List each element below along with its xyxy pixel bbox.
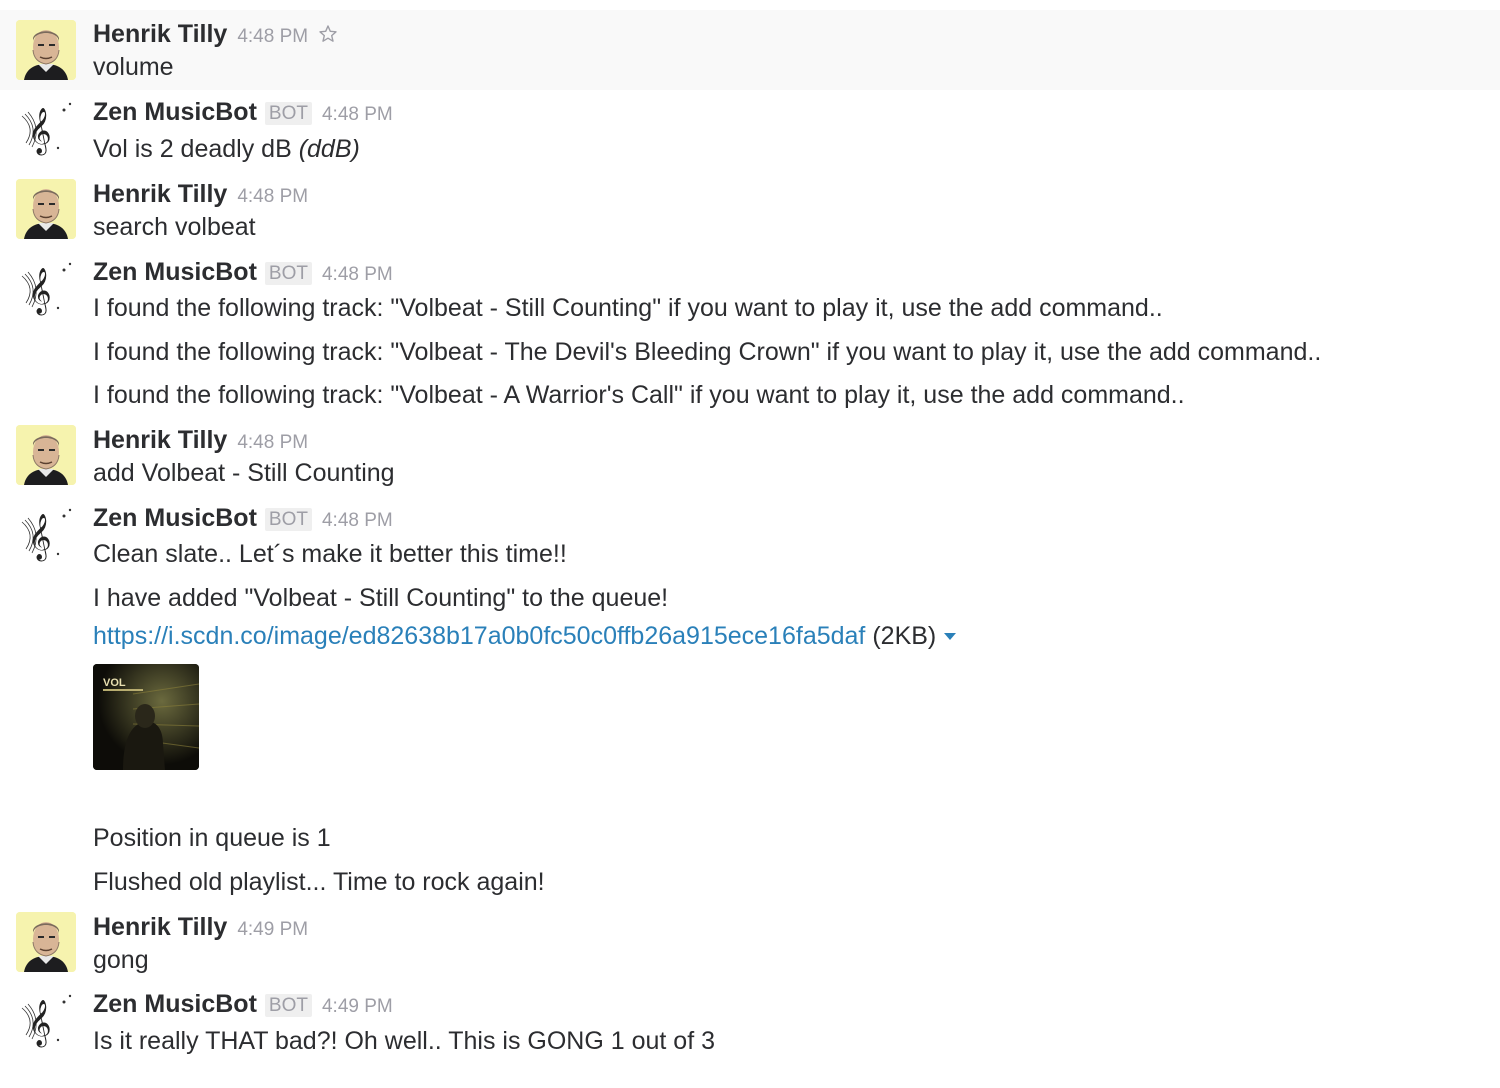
message-text: I found the following track: "Volbeat - … [93,294,1163,322]
message-text: Position in queue is 1 [93,824,331,852]
timestamp[interactable]: 4:48 PM [322,104,393,125]
message-meta: Zen MusicBot BOT 4:49 PM [93,990,393,1019]
author-name[interactable]: Henrik Tilly [93,180,227,208]
message-text: I have added "Volbeat - Still Counting" … [93,584,669,612]
message-row: Zen MusicBot BOT 4:49 PM Is it really THAT… [0,985,1500,1085]
attachment-size: (2KB) [872,622,937,650]
message-text: Clean slate.. Let´s make it better this … [93,540,567,568]
message-meta: Henrik Tilly 4:48 PM [93,426,308,455]
bot-badge: BOT [264,102,312,125]
message-text: search volbeat [93,213,256,241]
author-name[interactable]: Zen MusicBot [93,258,257,286]
message-meta: Henrik Tilly 4:49 PM [93,913,308,942]
message-text: gong [93,946,149,974]
message-row: Zen MusicBot BOT 4:48 PM I found the follo… [0,250,1500,420]
message-row: Zen MusicBot BOT 4:48 PM Vol is 2 deadly d… [0,90,1500,170]
message-row: Henrik Tilly 4:48 PM search volbeat [0,170,1500,250]
timestamp[interactable]: 4:48 PM [322,510,393,531]
message-text: Vol is 2 deadly dB (ddB) [93,135,360,163]
star-icon[interactable] [318,24,338,44]
user-avatar[interactable] [16,912,76,972]
message-text: Flushed old playlist... Time to rock aga… [93,868,545,896]
author-name[interactable]: Henrik Tilly [93,20,227,48]
message-meta: Zen MusicBot BOT 4:48 PM [93,98,393,127]
treble-clef-avatar[interactable] [16,258,76,318]
author-name[interactable]: Zen MusicBot [93,504,257,532]
message-row: Henrik Tilly 4:48 PM volume [0,10,1500,90]
message-meta: Henrik Tilly 4:48 PM [93,180,308,209]
author-name[interactable]: Henrik Tilly [93,426,227,454]
bot-badge: BOT [264,994,312,1017]
message-meta: Zen MusicBot BOT 4:48 PM [93,258,393,287]
user-avatar[interactable] [16,20,76,80]
message-text: volume [93,53,174,81]
caret-down-icon[interactable] [944,633,957,640]
message-text: Is it really THAT bad?! Oh well.. This i… [93,1027,715,1055]
user-avatar[interactable] [16,425,76,485]
emphasis-text: (ddB) [298,135,360,163]
album-art-image[interactable]: VOL [93,664,199,770]
message-text: I found the following track: "Volbeat - … [93,338,1322,366]
treble-clef-avatar[interactable] [16,990,76,1050]
message-meta: Henrik Tilly 4:48 PM [93,20,338,49]
bot-badge: BOT [264,508,312,531]
timestamp[interactable]: 4:48 PM [237,432,308,453]
author-name[interactable]: Zen MusicBot [93,98,257,126]
attachment-link[interactable]: https://i.scdn.co/image/ed82638b17a0b0fc… [93,622,865,650]
message-text: I found the following track: "Volbeat - … [93,381,1185,409]
timestamp[interactable]: 4:49 PM [237,919,308,940]
message-text: add Volbeat - Still Counting [93,459,395,487]
timestamp[interactable]: 4:48 PM [237,26,308,47]
author-name[interactable]: Henrik Tilly [93,913,227,941]
timestamp[interactable]: 4:49 PM [322,996,393,1017]
attachment-link-row: https://i.scdn.co/image/ed82638b17a0b0fc… [93,622,957,651]
message-meta: Zen MusicBot BOT 4:48 PM [93,504,393,533]
message-row: Henrik Tilly 4:48 PM add Volbeat - Still … [0,418,1500,498]
album-art-text: VOL [103,677,126,689]
user-avatar[interactable] [16,179,76,239]
bot-badge: BOT [264,262,312,285]
timestamp[interactable]: 4:48 PM [237,186,308,207]
timestamp[interactable]: 4:48 PM [322,264,393,285]
treble-clef-avatar[interactable] [16,98,76,158]
treble-clef-avatar[interactable] [16,504,76,564]
message-row: Henrik Tilly 4:49 PM gong [0,905,1500,985]
author-name[interactable]: Zen MusicBot [93,990,257,1018]
